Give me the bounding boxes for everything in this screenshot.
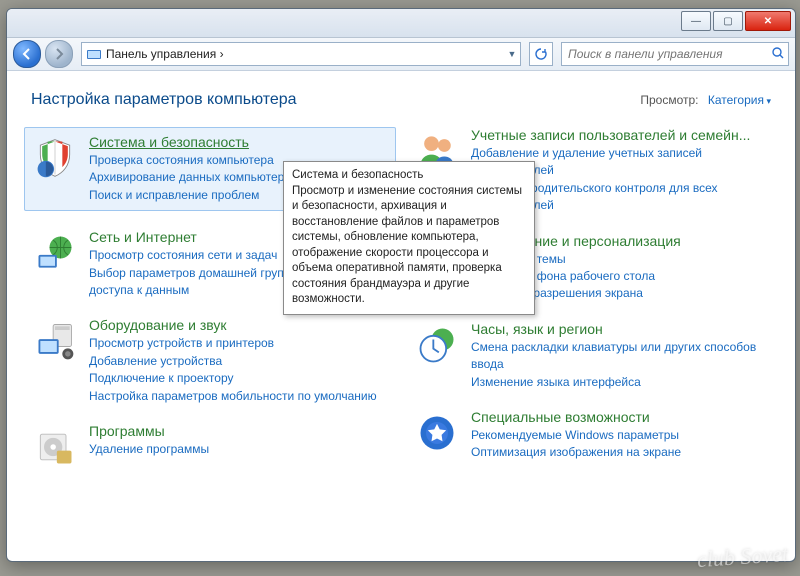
refresh-button[interactable] <box>529 42 553 66</box>
view-by-value[interactable]: Категория <box>708 93 771 107</box>
search-input[interactable] <box>562 47 768 61</box>
task-link[interactable]: Смена раскладки клавиатуры или других сп… <box>471 339 771 374</box>
tooltip-title: Система и безопасность <box>292 168 526 184</box>
control-panel-icon <box>86 46 102 62</box>
titlebar[interactable]: — ▢ ✕ <box>7 9 795 38</box>
breadcrumb[interactable]: Панель управления › <box>106 47 504 61</box>
arrow-right-icon <box>52 47 66 61</box>
category-title-users[interactable]: Учетные записи пользователей и семейн... <box>471 127 750 143</box>
task-link[interactable]: Рекомендуемые Windows параметры <box>471 427 771 444</box>
category-title-programs[interactable]: Программы <box>89 423 165 439</box>
page-title: Настройка параметров компьютера <box>31 91 297 109</box>
category-hardware: Оборудование и звук Просмотр устройств и … <box>31 317 389 405</box>
forward-button[interactable] <box>45 40 73 68</box>
category-title-hardware[interactable]: Оборудование и звук <box>89 317 227 333</box>
back-button[interactable] <box>13 40 41 68</box>
address-bar[interactable]: Панель управления › ▼ <box>81 42 521 66</box>
task-link[interactable]: Изменение языка интерфейса <box>471 374 771 391</box>
programs-icon <box>31 423 79 471</box>
explorer-window: — ▢ ✕ Панель управления › ▼ <box>6 8 796 562</box>
clock-icon <box>413 321 461 369</box>
minimize-button[interactable]: — <box>681 11 711 31</box>
hardware-icon <box>31 317 79 365</box>
task-link[interactable]: Просмотр устройств и принтеров <box>89 335 389 352</box>
maximize-button[interactable]: ▢ <box>713 11 743 31</box>
category-title-clock[interactable]: Часы, язык и регион <box>471 321 603 337</box>
tooltip-body: Просмотр и изменение состояния системы и… <box>292 185 522 306</box>
search-bar[interactable] <box>561 42 789 66</box>
task-link[interactable]: Оптимизация изображения на экране <box>471 444 771 461</box>
breadcrumb-dropdown[interactable]: ▼ <box>504 49 520 59</box>
task-link[interactable]: Добавление устройства <box>89 353 389 370</box>
content-header: Настройка параметров компьютера Просмотр… <box>31 91 771 109</box>
category-clock: Часы, язык и регион Смена раскладки клави… <box>413 321 771 391</box>
close-button[interactable]: ✕ <box>745 11 791 31</box>
arrow-left-icon <box>20 47 34 61</box>
search-icon[interactable] <box>768 46 788 63</box>
view-by-label: Просмотр: <box>640 93 698 107</box>
view-by: Просмотр: Категория <box>640 93 771 107</box>
nav-toolbar: Панель управления › ▼ <box>7 38 795 71</box>
system-security-icon <box>31 134 79 182</box>
task-link[interactable]: Настройка параметров мобильности по умол… <box>89 388 389 405</box>
ease-icon <box>413 409 461 457</box>
network-icon <box>31 229 79 277</box>
window-buttons: — ▢ ✕ <box>679 11 791 31</box>
refresh-icon <box>534 47 548 61</box>
category-programs: Программы Удаление программы <box>31 423 389 471</box>
category-title-system-security[interactable]: Система и безопасность <box>89 134 249 150</box>
category-title-network[interactable]: Сеть и Интернет <box>89 229 197 245</box>
category-title-ease[interactable]: Специальные возможности <box>471 409 650 425</box>
task-link[interactable]: Удаление программы <box>89 441 389 458</box>
content-area: Настройка параметров компьютера Просмотр… <box>7 71 795 561</box>
tooltip: Система и безопасность Просмотр и измене… <box>283 161 535 315</box>
task-link[interactable]: Подключение к проектору <box>89 370 389 387</box>
category-ease: Специальные возможности Рекомендуемые Win… <box>413 409 771 462</box>
